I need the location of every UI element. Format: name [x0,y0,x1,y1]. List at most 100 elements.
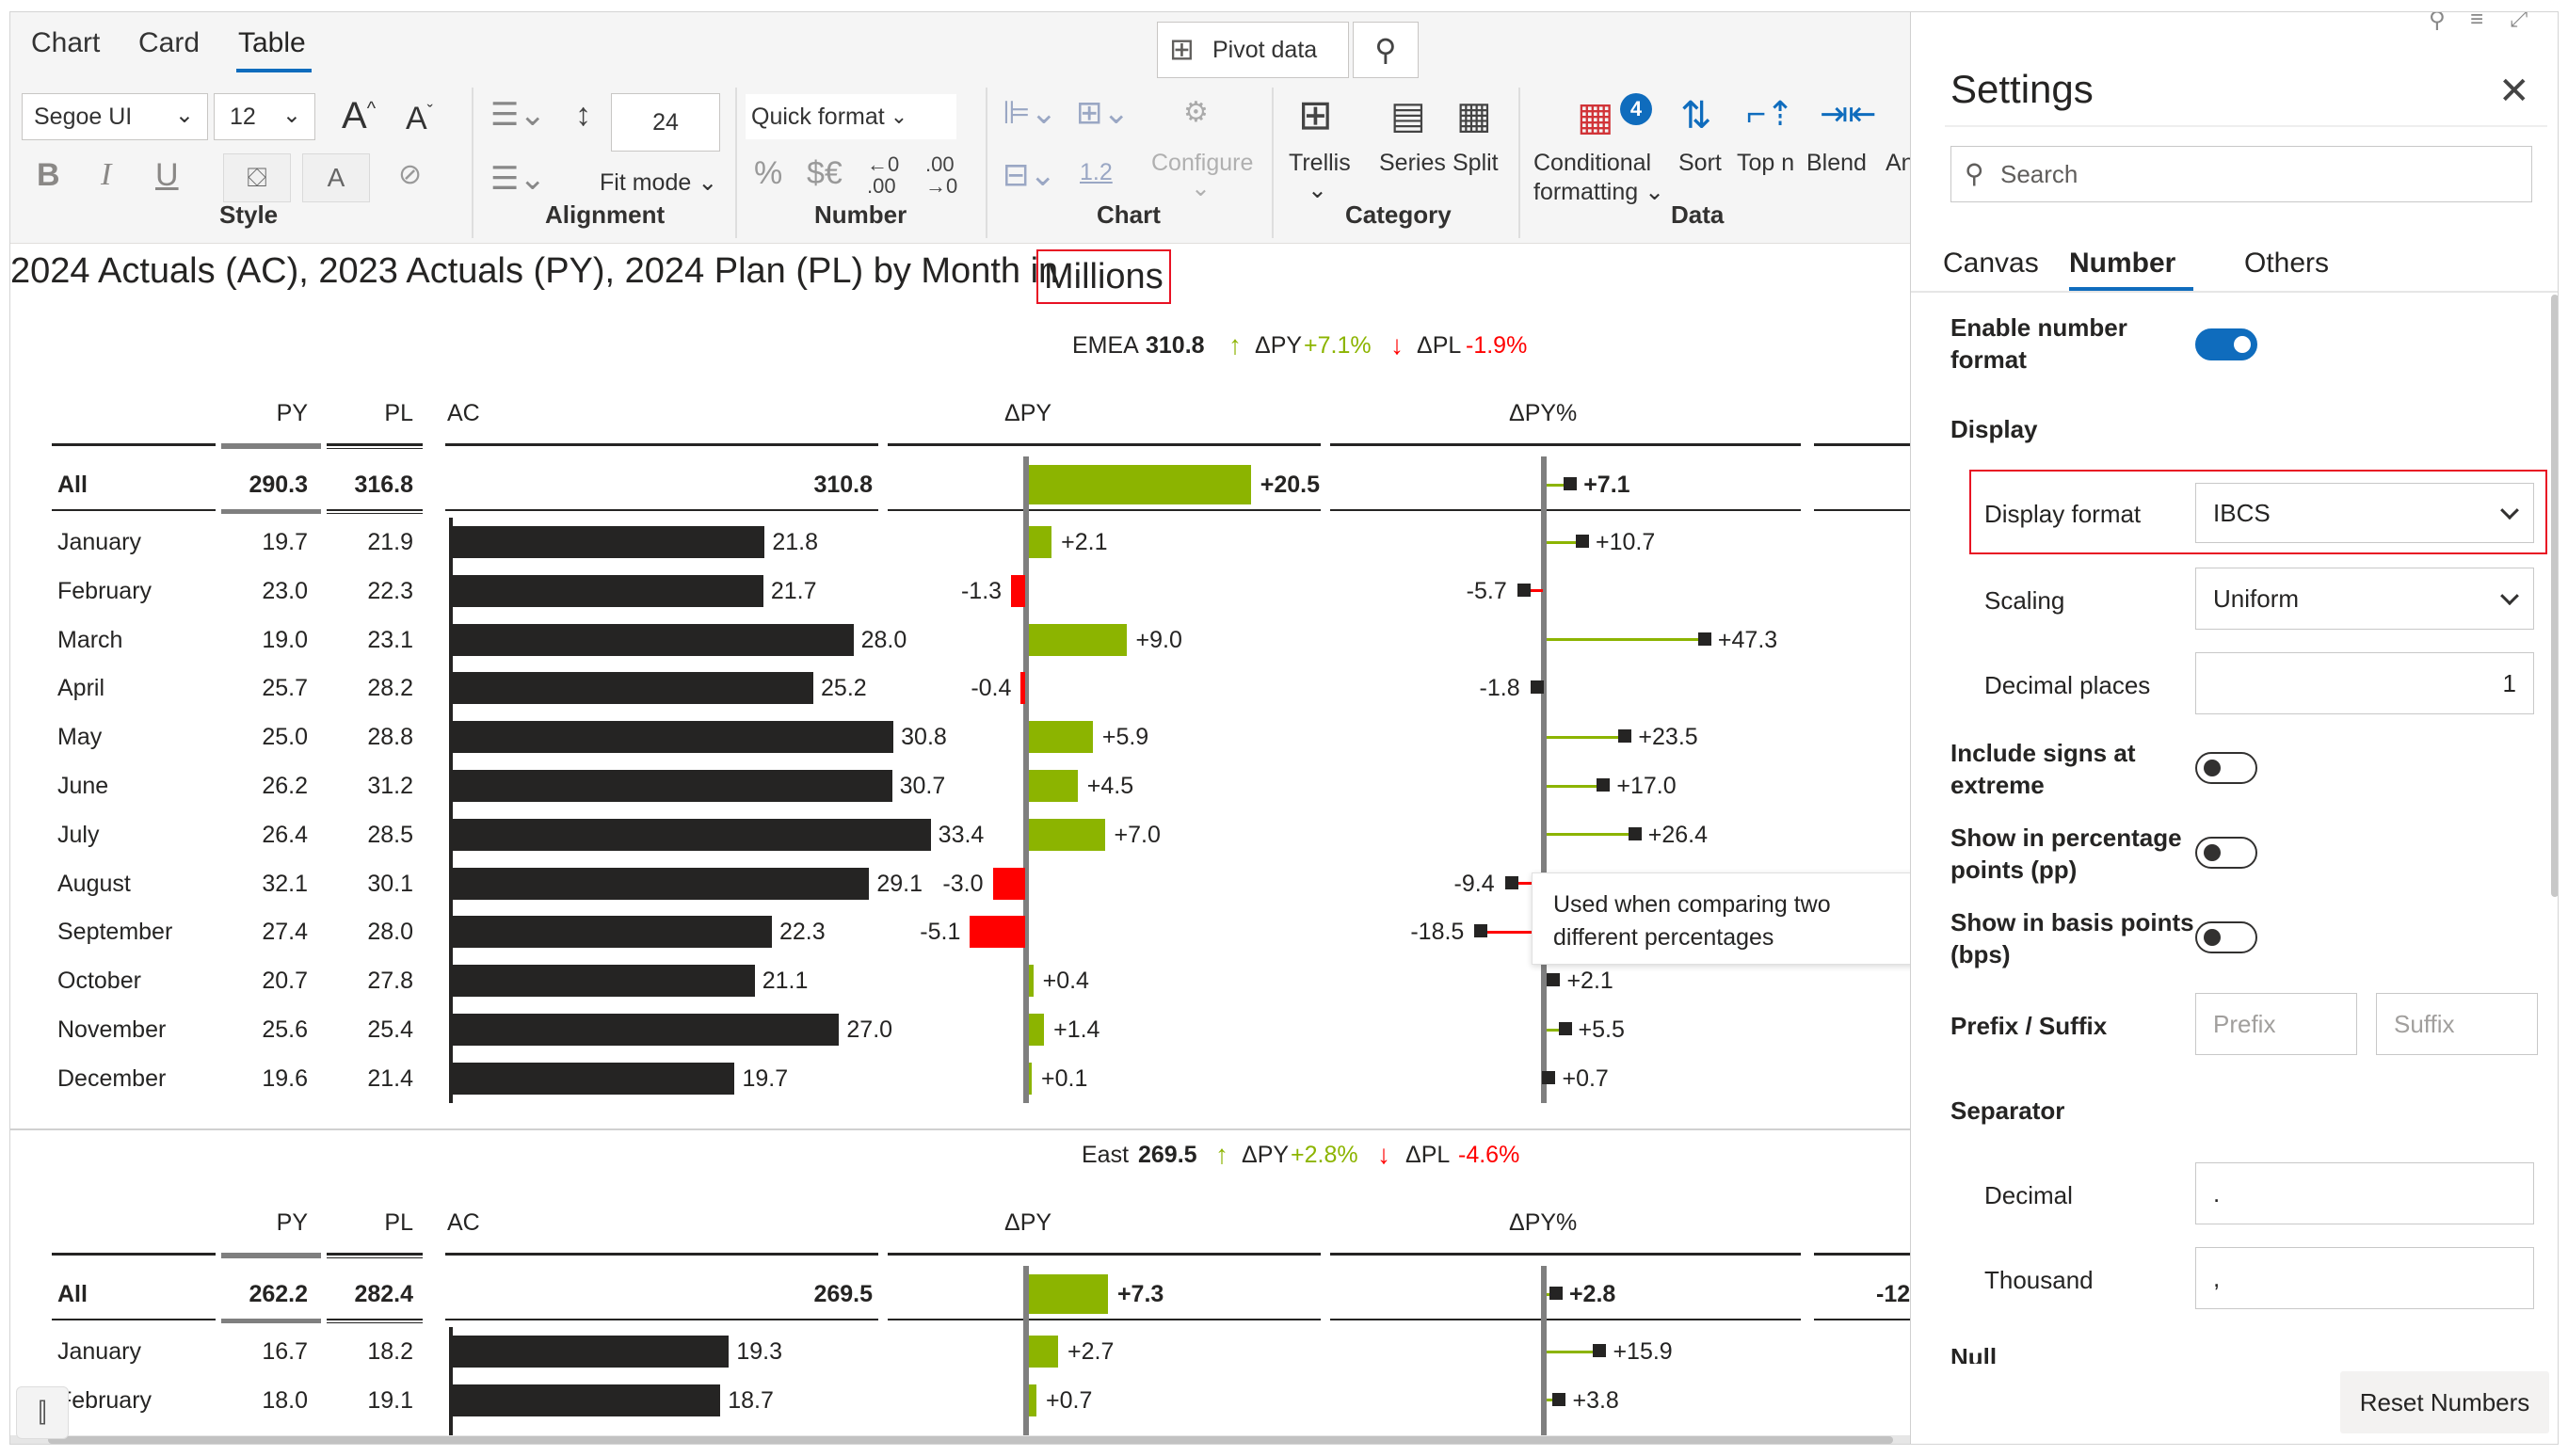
delta-py-label: +9.0 [1135,626,1182,653]
scaling-select[interactable]: Uniform [2195,568,2534,630]
horizontal-scrollbar[interactable] [10,1435,1910,1444]
delta-py-bar [1029,721,1093,754]
include-signs-label-line1: Include signs at [1950,739,2136,767]
column-header-delta-py: ΔPY [1004,1209,1052,1236]
delta-py-percent-label: +7.1 [1583,472,1630,498]
header-rule [327,443,423,446]
expand-icon[interactable]: ⤢ [2510,12,2528,33]
ac-data-label: 33.4 [938,821,985,848]
visual-options-button[interactable]: ⫿ [16,1386,69,1439]
delta-py-percent-label: +0.7 [1562,1064,1609,1092]
delta-py-bar [1029,770,1078,802]
delta-py-label: +7.3 [1116,1281,1164,1307]
ac-total-label: 310.8 [813,472,873,498]
visual-frame: Chart Card Table ⊞ Pivot data ⚲ Segoe UI… [9,11,2559,1445]
ac-bar [453,818,931,851]
tab-number[interactable]: Number [2069,248,2175,280]
thousand-separator-label: Thousand [1984,1266,2094,1294]
filter-menu-icon[interactable]: ≡ [2470,12,2483,33]
search-icon: ⚲ [1965,159,1984,188]
display-format-label: Display format [1984,500,2142,528]
include-signs-toggle[interactable] [2195,752,2257,784]
ac-data-label: 18.7 [728,1386,774,1414]
cell-pl: 18.2 [367,1338,413,1365]
decimal-separator-input[interactable]: . [2195,1162,2534,1224]
null-section-label: Null [1950,1343,1998,1364]
delta-py-label: +0.4 [1042,968,1089,995]
delta-py-bar [1029,465,1251,504]
enable-number-format-label-line1: Enable number [1950,313,2127,342]
cell-py: 26.4 [262,821,308,848]
cell-py: 23.0 [262,577,308,604]
group-name: East [1082,1142,1130,1168]
delta-py-percent-label: -9.4 [1453,870,1495,897]
delta-py-percent-label: +5.5 [1578,1016,1625,1043]
display-format-select[interactable]: IBCS [2195,483,2534,543]
all-row-rule [327,1322,423,1323]
delta-py-percent-label: +15.9 [1613,1338,1673,1365]
all-row-rule [327,513,423,514]
delta-py-label: +20.5 [1260,472,1321,498]
delta-py-bar [1029,1384,1037,1416]
suffix-input[interactable]: Suffix [2376,993,2538,1055]
ac-data-label: 27.0 [846,1016,893,1043]
scrollbar-thumb[interactable] [48,1436,1893,1444]
table-visual: EMEA 310.8 ↑ ΔPY +7.1% ↓ ΔPL -1.9% PY PL AC ΔPY ΔPY%… [10,12,1917,1444]
delta-py-percent-label: -5.7 [1466,577,1507,604]
delta-py-percent-marker [1628,826,1642,840]
delta-py-label: +5.9 [1101,724,1149,751]
ac-bar [453,770,892,802]
basis-points-label-line1: Show in basis points [1950,908,2194,936]
cell-py: 262.2 [249,1281,308,1307]
tab-others[interactable]: Others [2244,248,2329,280]
arrow-up-icon: ↑ [1228,330,1242,360]
kpi-delta-py-value: +7.1% [1304,332,1372,359]
delta-py-percent-marker [1593,1344,1607,1357]
ac-bar [453,574,763,607]
delta-py-percent-marker [1474,924,1488,938]
kpi-delta-py-value: +2.8% [1291,1142,1358,1168]
percentage-points-toggle[interactable] [2195,837,2257,869]
ac-bar [453,965,755,998]
close-icon[interactable]: ✕ [2498,72,2530,110]
delta-py-percent-stem [1547,1350,1600,1353]
header-rule [1814,1253,1910,1256]
settings-scrollbar[interactable] [2551,295,2558,897]
row-label-month: May [57,724,103,751]
all-row-rule [52,1319,216,1320]
delta-py-percent-marker [1558,1022,1572,1035]
group-divider [10,1128,1910,1130]
basis-points-toggle[interactable] [2195,921,2257,953]
cell-pl: 21.9 [367,529,413,555]
row-label-month: November [57,1016,167,1043]
delta-py-label: +0.1 [1041,1064,1088,1092]
bar-chart-icon: ⫿ [38,1397,47,1427]
column-header-delta-py-percent: ΔPY% [1509,400,1578,426]
prefix-input[interactable]: Prefix [2195,993,2357,1055]
row-label-month: September [57,919,173,946]
delta-py-label: -5.1 [920,919,961,946]
ac-data-label: 21.8 [772,529,819,555]
ac-bar [453,672,814,705]
delta-py-bar [1020,672,1025,705]
enable-number-format-toggle[interactable] [2195,328,2257,360]
tooltip-line2: different percentages [1553,924,1774,951]
row-label-month: October [57,968,141,995]
separator-section-label: Separator [1950,1096,2065,1125]
delta-py-label: -0.4 [971,675,1012,702]
all-row-rule [221,1319,321,1323]
reset-numbers-button[interactable]: Reset Numbers [2340,1371,2549,1433]
thousand-separator-input[interactable]: , [2195,1247,2534,1309]
all-row-rule [1814,1319,1910,1320]
arrow-up-icon: ↑ [1215,1140,1228,1169]
decimal-places-input[interactable]: 1 [2195,652,2534,714]
ac-data-label: 28.0 [860,626,907,653]
cell-pl: 27.8 [367,968,413,995]
delta-py-percent-marker [1564,477,1578,490]
header-rule [1330,443,1801,446]
tab-canvas[interactable]: Canvas [1943,248,2039,280]
kpi-delta-pl-label: ΔPL [1405,1142,1451,1168]
delta-py-bar [970,916,1025,949]
pin-icon[interactable]: ⚲ [2429,12,2446,34]
search-input[interactable]: ⚲ Search [1950,146,2532,202]
